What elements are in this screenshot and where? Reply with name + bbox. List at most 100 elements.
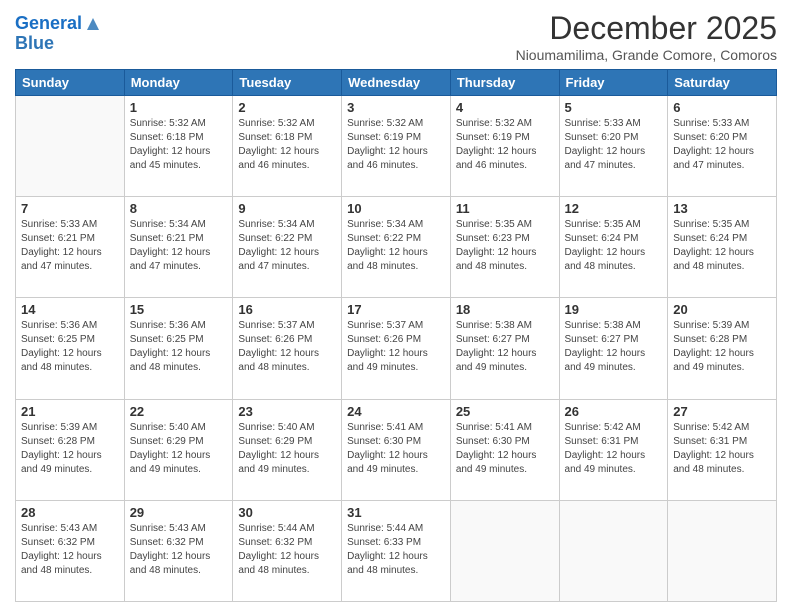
calendar-cell: 20Sunrise: 5:39 AM Sunset: 6:28 PM Dayli… xyxy=(668,298,777,399)
calendar-cell: 28 Sunrise: 5:43 AM Sunset: 6:32 PM Dayli… xyxy=(16,500,125,601)
day-number: 12 xyxy=(565,201,663,216)
day-number: 18 xyxy=(456,302,554,317)
calendar-cell: 13 Sunrise: 5:35 AM Sunset: 6:24 PM Dayli… xyxy=(668,197,777,298)
day-info: Sunrise: 5:34 AM Sunset: 6:21 PM Dayligh… xyxy=(130,218,228,274)
day-info: Sunrise: 5:35 AM Sunset: 6:23 PM Dayligh… xyxy=(456,218,554,274)
day-info: Sunrise: 5:36 AM Sunset: 6:25 PM Dayligh… xyxy=(130,319,228,375)
day-number: 29 xyxy=(130,505,228,520)
day-number: 6 xyxy=(673,100,771,115)
day-info: Sunrise: 5:33 AM Sunset: 6:20 PM Dayligh… xyxy=(673,117,771,173)
calendar-cell: 12Sunrise: 5:35 AM Sunset: 6:24 PM Dayli… xyxy=(559,197,668,298)
day-number: 7 xyxy=(21,201,119,216)
day-number: 31 xyxy=(347,505,445,520)
day-info: Sunrise: 5:42 AM Sunset: 6:31 PM Dayligh… xyxy=(565,421,663,477)
calendar-cell: 21Sunrise: 5:39 AM Sunset: 6:28 PM Dayli… xyxy=(16,399,125,500)
day-number: 17 xyxy=(347,302,445,317)
day-number: 10 xyxy=(347,201,445,216)
day-info: Sunrise: 5:35 AM Sunset: 6:24 PM Dayligh… xyxy=(673,218,771,274)
calendar-cell: 25 Sunrise: 5:41 AM Sunset: 6:30 PM Dayli… xyxy=(450,399,559,500)
weekday-header: Sunday xyxy=(16,70,125,96)
day-info: Sunrise: 5:34 AM Sunset: 6:22 PM Dayligh… xyxy=(238,218,336,274)
logo-icon xyxy=(84,15,102,33)
day-number: 8 xyxy=(130,201,228,216)
calendar-cell: 18 Sunrise: 5:38 AM Sunset: 6:27 PM Dayli… xyxy=(450,298,559,399)
weekday-header: Monday xyxy=(124,70,233,96)
calendar-cell: 23 Sunrise: 5:40 AM Sunset: 6:29 PM Dayli… xyxy=(233,399,342,500)
weekday-header: Saturday xyxy=(668,70,777,96)
calendar-cell: 14Sunrise: 5:36 AM Sunset: 6:25 PM Dayli… xyxy=(16,298,125,399)
calendar-cell: 19Sunrise: 5:38 AM Sunset: 6:27 PM Dayli… xyxy=(559,298,668,399)
calendar-cell: 31 Sunrise: 5:44 AM Sunset: 6:33 PM Dayli… xyxy=(342,500,451,601)
day-number: 22 xyxy=(130,404,228,419)
day-number: 11 xyxy=(456,201,554,216)
logo-text: General xyxy=(15,14,82,34)
day-info: Sunrise: 5:42 AM Sunset: 6:31 PM Dayligh… xyxy=(673,421,771,477)
calendar-cell: 16 Sunrise: 5:37 AM Sunset: 6:26 PM Dayli… xyxy=(233,298,342,399)
subtitle: Nioumamilima, Grande Comore, Comoros xyxy=(516,47,777,63)
day-number: 23 xyxy=(238,404,336,419)
day-number: 26 xyxy=(565,404,663,419)
day-number: 20 xyxy=(673,302,771,317)
weekday-header: Friday xyxy=(559,70,668,96)
calendar-week-row: 1 Sunrise: 5:32 AM Sunset: 6:18 PM Daylig… xyxy=(16,96,777,197)
day-info: Sunrise: 5:40 AM Sunset: 6:29 PM Dayligh… xyxy=(238,421,336,477)
calendar-cell: 29 Sunrise: 5:43 AM Sunset: 6:32 PM Dayli… xyxy=(124,500,233,601)
title-section: December 2025 Nioumamilima, Grande Comor… xyxy=(516,10,777,63)
day-info: Sunrise: 5:33 AM Sunset: 6:21 PM Dayligh… xyxy=(21,218,119,274)
calendar-cell xyxy=(450,500,559,601)
day-info: Sunrise: 5:32 AM Sunset: 6:19 PM Dayligh… xyxy=(347,117,445,173)
day-info: Sunrise: 5:43 AM Sunset: 6:32 PM Dayligh… xyxy=(130,522,228,578)
day-number: 25 xyxy=(456,404,554,419)
day-number: 27 xyxy=(673,404,771,419)
calendar-cell: 30Sunrise: 5:44 AM Sunset: 6:32 PM Dayli… xyxy=(233,500,342,601)
day-number: 2 xyxy=(238,100,336,115)
calendar-cell: 1 Sunrise: 5:32 AM Sunset: 6:18 PM Daylig… xyxy=(124,96,233,197)
logo-text-blue: Blue xyxy=(15,34,102,54)
day-info: Sunrise: 5:44 AM Sunset: 6:33 PM Dayligh… xyxy=(347,522,445,578)
day-info: Sunrise: 5:37 AM Sunset: 6:26 PM Dayligh… xyxy=(238,319,336,375)
calendar-cell xyxy=(559,500,668,601)
day-number: 28 xyxy=(21,505,119,520)
calendar-cell: 4 Sunrise: 5:32 AM Sunset: 6:19 PM Daylig… xyxy=(450,96,559,197)
day-number: 5 xyxy=(565,100,663,115)
day-info: Sunrise: 5:32 AM Sunset: 6:19 PM Dayligh… xyxy=(456,117,554,173)
month-title: December 2025 xyxy=(516,10,777,47)
day-info: Sunrise: 5:38 AM Sunset: 6:27 PM Dayligh… xyxy=(456,319,554,375)
calendar-cell xyxy=(668,500,777,601)
day-info: Sunrise: 5:33 AM Sunset: 6:20 PM Dayligh… xyxy=(565,117,663,173)
calendar-week-row: 21Sunrise: 5:39 AM Sunset: 6:28 PM Dayli… xyxy=(16,399,777,500)
day-number: 1 xyxy=(130,100,228,115)
day-info: Sunrise: 5:40 AM Sunset: 6:29 PM Dayligh… xyxy=(130,421,228,477)
day-number: 16 xyxy=(238,302,336,317)
calendar-cell: 26 Sunrise: 5:42 AM Sunset: 6:31 PM Dayli… xyxy=(559,399,668,500)
calendar-cell: 15 Sunrise: 5:36 AM Sunset: 6:25 PM Dayli… xyxy=(124,298,233,399)
day-number: 21 xyxy=(21,404,119,419)
calendar-cell: 8 Sunrise: 5:34 AM Sunset: 6:21 PM Daylig… xyxy=(124,197,233,298)
weekday-header: Wednesday xyxy=(342,70,451,96)
header: General Blue December 2025 Nioumamilima,… xyxy=(15,10,777,63)
page: General Blue December 2025 Nioumamilima,… xyxy=(0,0,792,612)
calendar-week-row: 7 Sunrise: 5:33 AM Sunset: 6:21 PM Daylig… xyxy=(16,197,777,298)
calendar-cell: 11 Sunrise: 5:35 AM Sunset: 6:23 PM Dayli… xyxy=(450,197,559,298)
calendar-cell: 10 Sunrise: 5:34 AM Sunset: 6:22 PM Dayli… xyxy=(342,197,451,298)
calendar-cell: 17Sunrise: 5:37 AM Sunset: 6:26 PM Dayli… xyxy=(342,298,451,399)
day-number: 15 xyxy=(130,302,228,317)
weekday-header: Thursday xyxy=(450,70,559,96)
calendar-cell: 3 Sunrise: 5:32 AM Sunset: 6:19 PM Daylig… xyxy=(342,96,451,197)
day-info: Sunrise: 5:41 AM Sunset: 6:30 PM Dayligh… xyxy=(456,421,554,477)
calendar-table: SundayMondayTuesdayWednesdayThursdayFrid… xyxy=(15,69,777,602)
day-number: 13 xyxy=(673,201,771,216)
day-info: Sunrise: 5:36 AM Sunset: 6:25 PM Dayligh… xyxy=(21,319,119,375)
calendar-cell: 27 Sunrise: 5:42 AM Sunset: 6:31 PM Dayli… xyxy=(668,399,777,500)
day-number: 4 xyxy=(456,100,554,115)
day-number: 9 xyxy=(238,201,336,216)
day-info: Sunrise: 5:32 AM Sunset: 6:18 PM Dayligh… xyxy=(130,117,228,173)
day-info: Sunrise: 5:34 AM Sunset: 6:22 PM Dayligh… xyxy=(347,218,445,274)
day-number: 24 xyxy=(347,404,445,419)
weekday-header: Tuesday xyxy=(233,70,342,96)
day-info: Sunrise: 5:44 AM Sunset: 6:32 PM Dayligh… xyxy=(238,522,336,578)
day-info: Sunrise: 5:43 AM Sunset: 6:32 PM Dayligh… xyxy=(21,522,119,578)
calendar-week-row: 14Sunrise: 5:36 AM Sunset: 6:25 PM Dayli… xyxy=(16,298,777,399)
day-number: 3 xyxy=(347,100,445,115)
logo: General Blue xyxy=(15,14,102,54)
